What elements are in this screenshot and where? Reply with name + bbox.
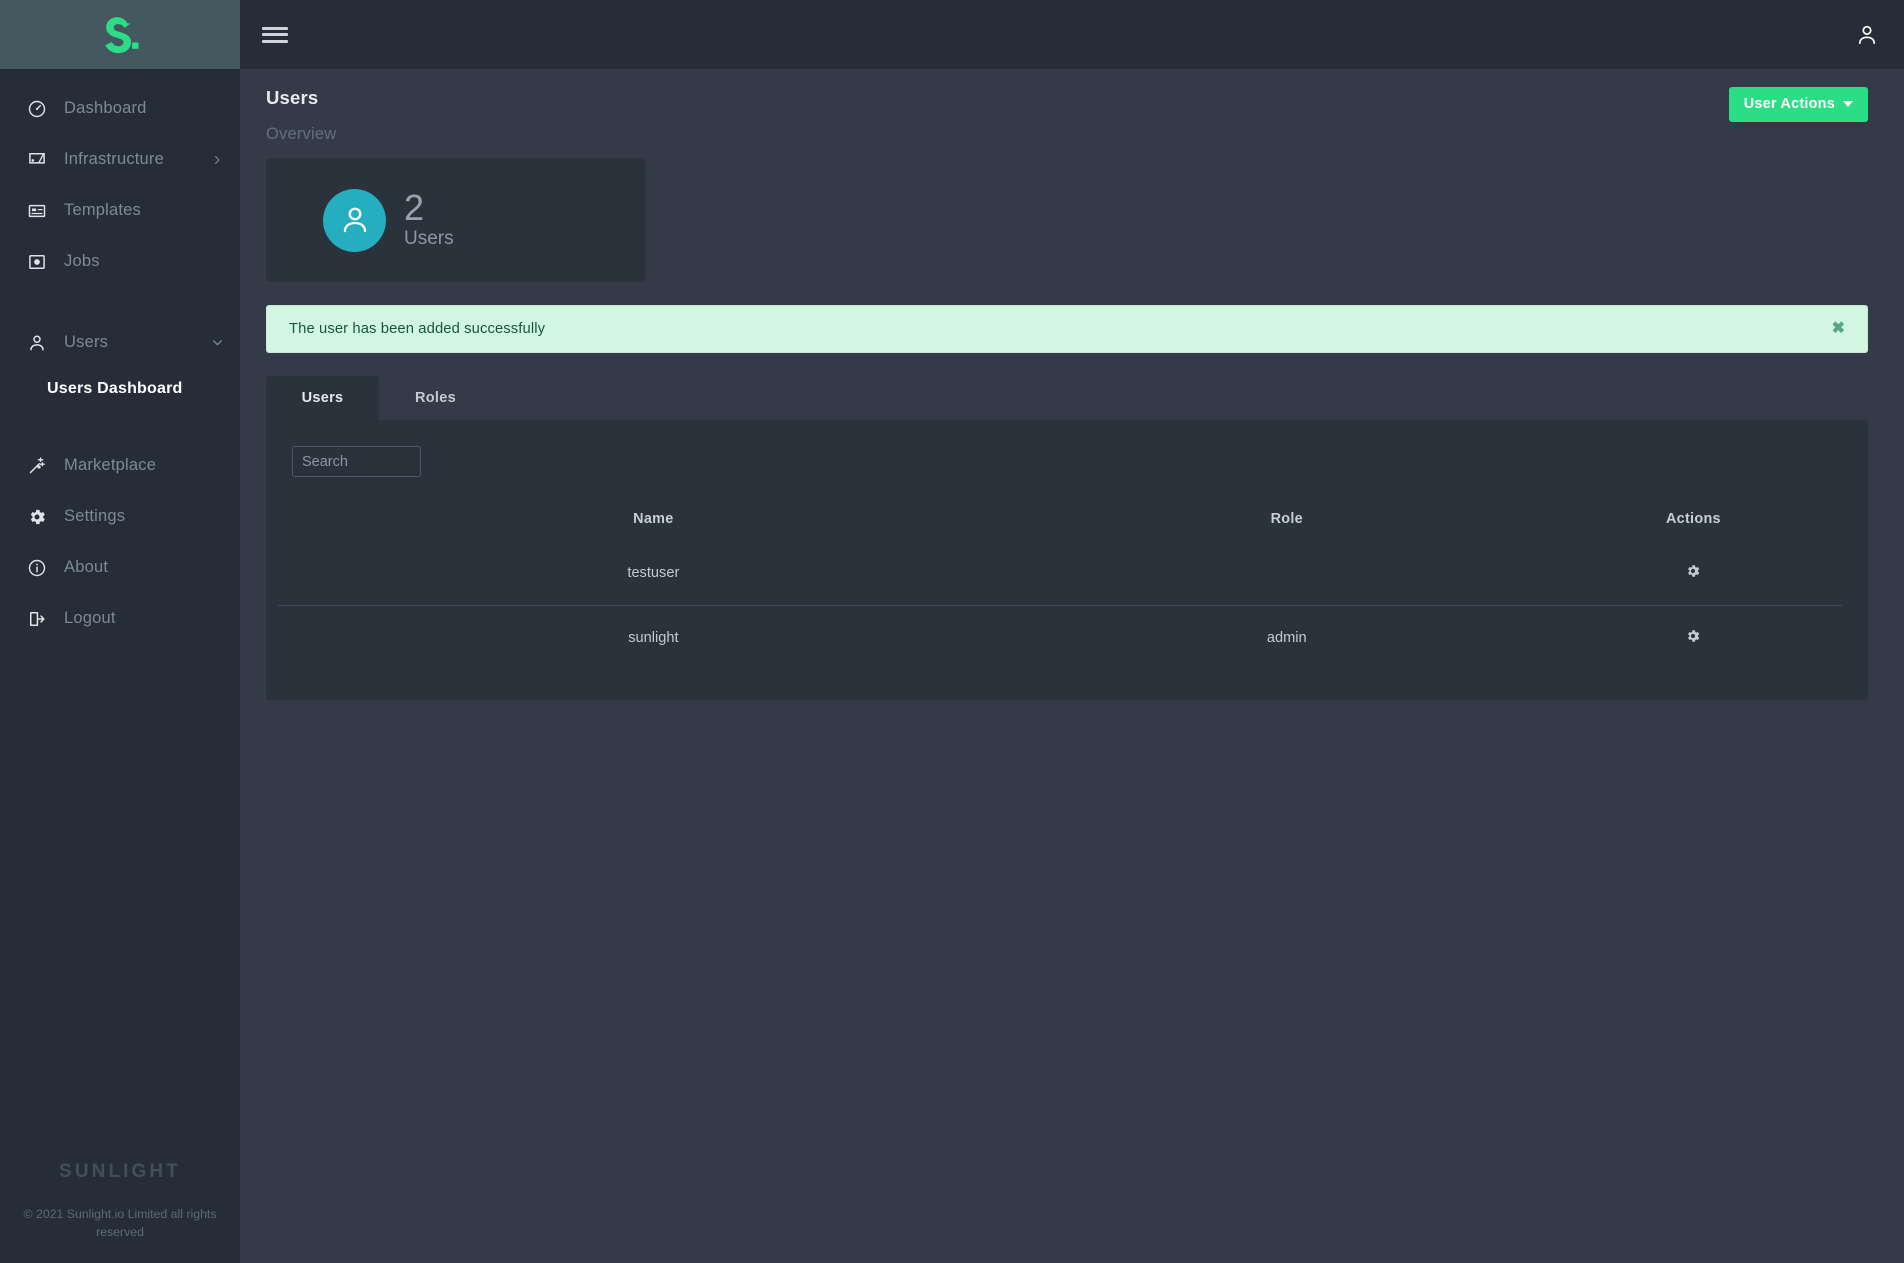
sidebar-item-users-dashboard[interactable]: Users Dashboard bbox=[0, 368, 240, 410]
sidebar-item-label: About bbox=[64, 558, 109, 576]
table-row: testuser bbox=[278, 541, 1842, 606]
sidebar-item-users[interactable]: Users bbox=[0, 317, 240, 368]
hamburger-icon[interactable] bbox=[262, 25, 288, 45]
hamburger-bar bbox=[262, 33, 288, 36]
table-header-row: Name Role Actions bbox=[278, 501, 1842, 541]
users-panel: Name Role Actions testuser bbox=[266, 420, 1868, 700]
page-title: Users bbox=[266, 87, 319, 108]
sidebar-item-dashboard[interactable]: Dashboard bbox=[0, 83, 240, 134]
sidebar: Dashboard Infrastructure Templates Jobs … bbox=[0, 0, 240, 1263]
user-actions-label: User Actions bbox=[1743, 96, 1835, 112]
copyright-text: © 2021 Sunlight.io Limited all rights re… bbox=[23, 1207, 217, 1239]
table-header: Name Role Actions bbox=[278, 501, 1842, 541]
gear-icon[interactable] bbox=[1685, 563, 1701, 579]
chevron-right-icon[interactable] bbox=[210, 153, 224, 167]
user-avatar-icon bbox=[323, 188, 386, 252]
app-root: Dashboard Infrastructure Templates Jobs … bbox=[0, 0, 1904, 1263]
user-account-icon[interactable] bbox=[1854, 22, 1880, 48]
sidebar-item-label: Settings bbox=[64, 507, 126, 525]
sidebar-item-label: Dashboard bbox=[64, 99, 147, 117]
column-header-name: Name bbox=[633, 511, 674, 527]
cell-actions bbox=[1545, 541, 1842, 606]
sidebar-item-about[interactable]: About bbox=[0, 542, 240, 593]
users-stat-card[interactable]: 2 Users bbox=[266, 158, 645, 282]
server-icon bbox=[26, 149, 48, 171]
cell-name: sunlight bbox=[278, 605, 1029, 670]
column-header-actions: Actions bbox=[1665, 511, 1721, 527]
sidebar-subitem-label: Users Dashboard bbox=[47, 380, 183, 397]
tab-bar: Users Roles bbox=[266, 376, 1868, 420]
close-icon[interactable]: ✖ bbox=[1832, 321, 1845, 337]
sidebar-item-logout[interactable]: Logout bbox=[0, 593, 240, 644]
tab-label: Roles bbox=[415, 390, 456, 406]
speedometer-icon bbox=[26, 98, 48, 120]
sidebar-item-jobs[interactable]: Jobs bbox=[0, 236, 240, 287]
cell-role: admin bbox=[1028, 605, 1545, 670]
gear-icon bbox=[26, 506, 48, 528]
sidebar-item-label: Jobs bbox=[64, 252, 100, 270]
sidebar-item-label: Logout bbox=[64, 609, 116, 627]
jobs-square-icon bbox=[26, 251, 48, 273]
sunlight-s-logo-icon[interactable] bbox=[97, 13, 143, 57]
caret-down-icon bbox=[1843, 101, 1853, 107]
chevron-down-icon[interactable] bbox=[210, 336, 224, 350]
info-circle-icon bbox=[26, 557, 48, 579]
magic-wand-icon bbox=[26, 455, 48, 477]
topbar bbox=[240, 0, 1904, 69]
gear-icon[interactable] bbox=[1685, 628, 1701, 644]
sidebar-item-label: Users bbox=[64, 333, 109, 351]
hamburger-bar bbox=[262, 39, 288, 43]
search-input[interactable] bbox=[292, 446, 421, 477]
sidebar-footer: SUNLIGHT © 2021 Sunlight.io Limited all … bbox=[0, 1161, 240, 1241]
stat-value: 2 bbox=[404, 187, 425, 228]
sidebar-item-templates[interactable]: Templates bbox=[0, 185, 240, 236]
sidebar-item-label: Marketplace bbox=[64, 456, 157, 474]
overview-label: Overview bbox=[266, 125, 337, 143]
table-row: sunlight admin bbox=[278, 605, 1842, 670]
template-card-icon bbox=[26, 200, 48, 222]
main-area: Users Overview User Actions 2 Users The … bbox=[240, 0, 1904, 1263]
logout-icon bbox=[26, 608, 48, 630]
sidebar-item-label: Templates bbox=[64, 201, 142, 219]
sidebar-item-label: Infrastructure bbox=[64, 150, 165, 168]
user-actions-button[interactable]: User Actions bbox=[1728, 87, 1868, 122]
column-header-role: Role bbox=[1270, 511, 1303, 527]
sunlight-wordmark: SUNLIGHT bbox=[59, 1161, 181, 1182]
cell-role bbox=[1029, 541, 1545, 606]
page-header: Users Overview User Actions bbox=[266, 69, 1868, 144]
sidebar-item-marketplace[interactable]: Marketplace bbox=[0, 440, 240, 491]
hamburger-bar bbox=[262, 26, 288, 30]
sidebar-item-settings[interactable]: Settings bbox=[0, 491, 240, 542]
cell-name: testuser bbox=[627, 565, 680, 581]
tab-roles[interactable]: Roles bbox=[379, 376, 492, 420]
stat-caption: Users bbox=[404, 228, 454, 249]
user-icon bbox=[26, 332, 48, 354]
users-table: Name Role Actions testuser sunlight admi… bbox=[278, 501, 1842, 670]
tab-label: Users bbox=[301, 390, 344, 406]
tab-users[interactable]: Users bbox=[266, 376, 379, 420]
alert-message: The user has been added successfully bbox=[289, 321, 546, 337]
cell-actions bbox=[1544, 605, 1842, 670]
table-body: testuser sunlight admin bbox=[278, 541, 1842, 670]
stat-text: 2 Users bbox=[404, 188, 454, 252]
sidebar-item-infrastructure[interactable]: Infrastructure bbox=[0, 134, 240, 185]
success-alert: The user has been added successfully ✖ bbox=[266, 305, 1868, 353]
sidebar-nav: Dashboard Infrastructure Templates Jobs … bbox=[0, 69, 240, 644]
page-content: Users Overview User Actions 2 Users The … bbox=[240, 69, 1904, 1263]
sidebar-logo-bar bbox=[0, 0, 240, 69]
